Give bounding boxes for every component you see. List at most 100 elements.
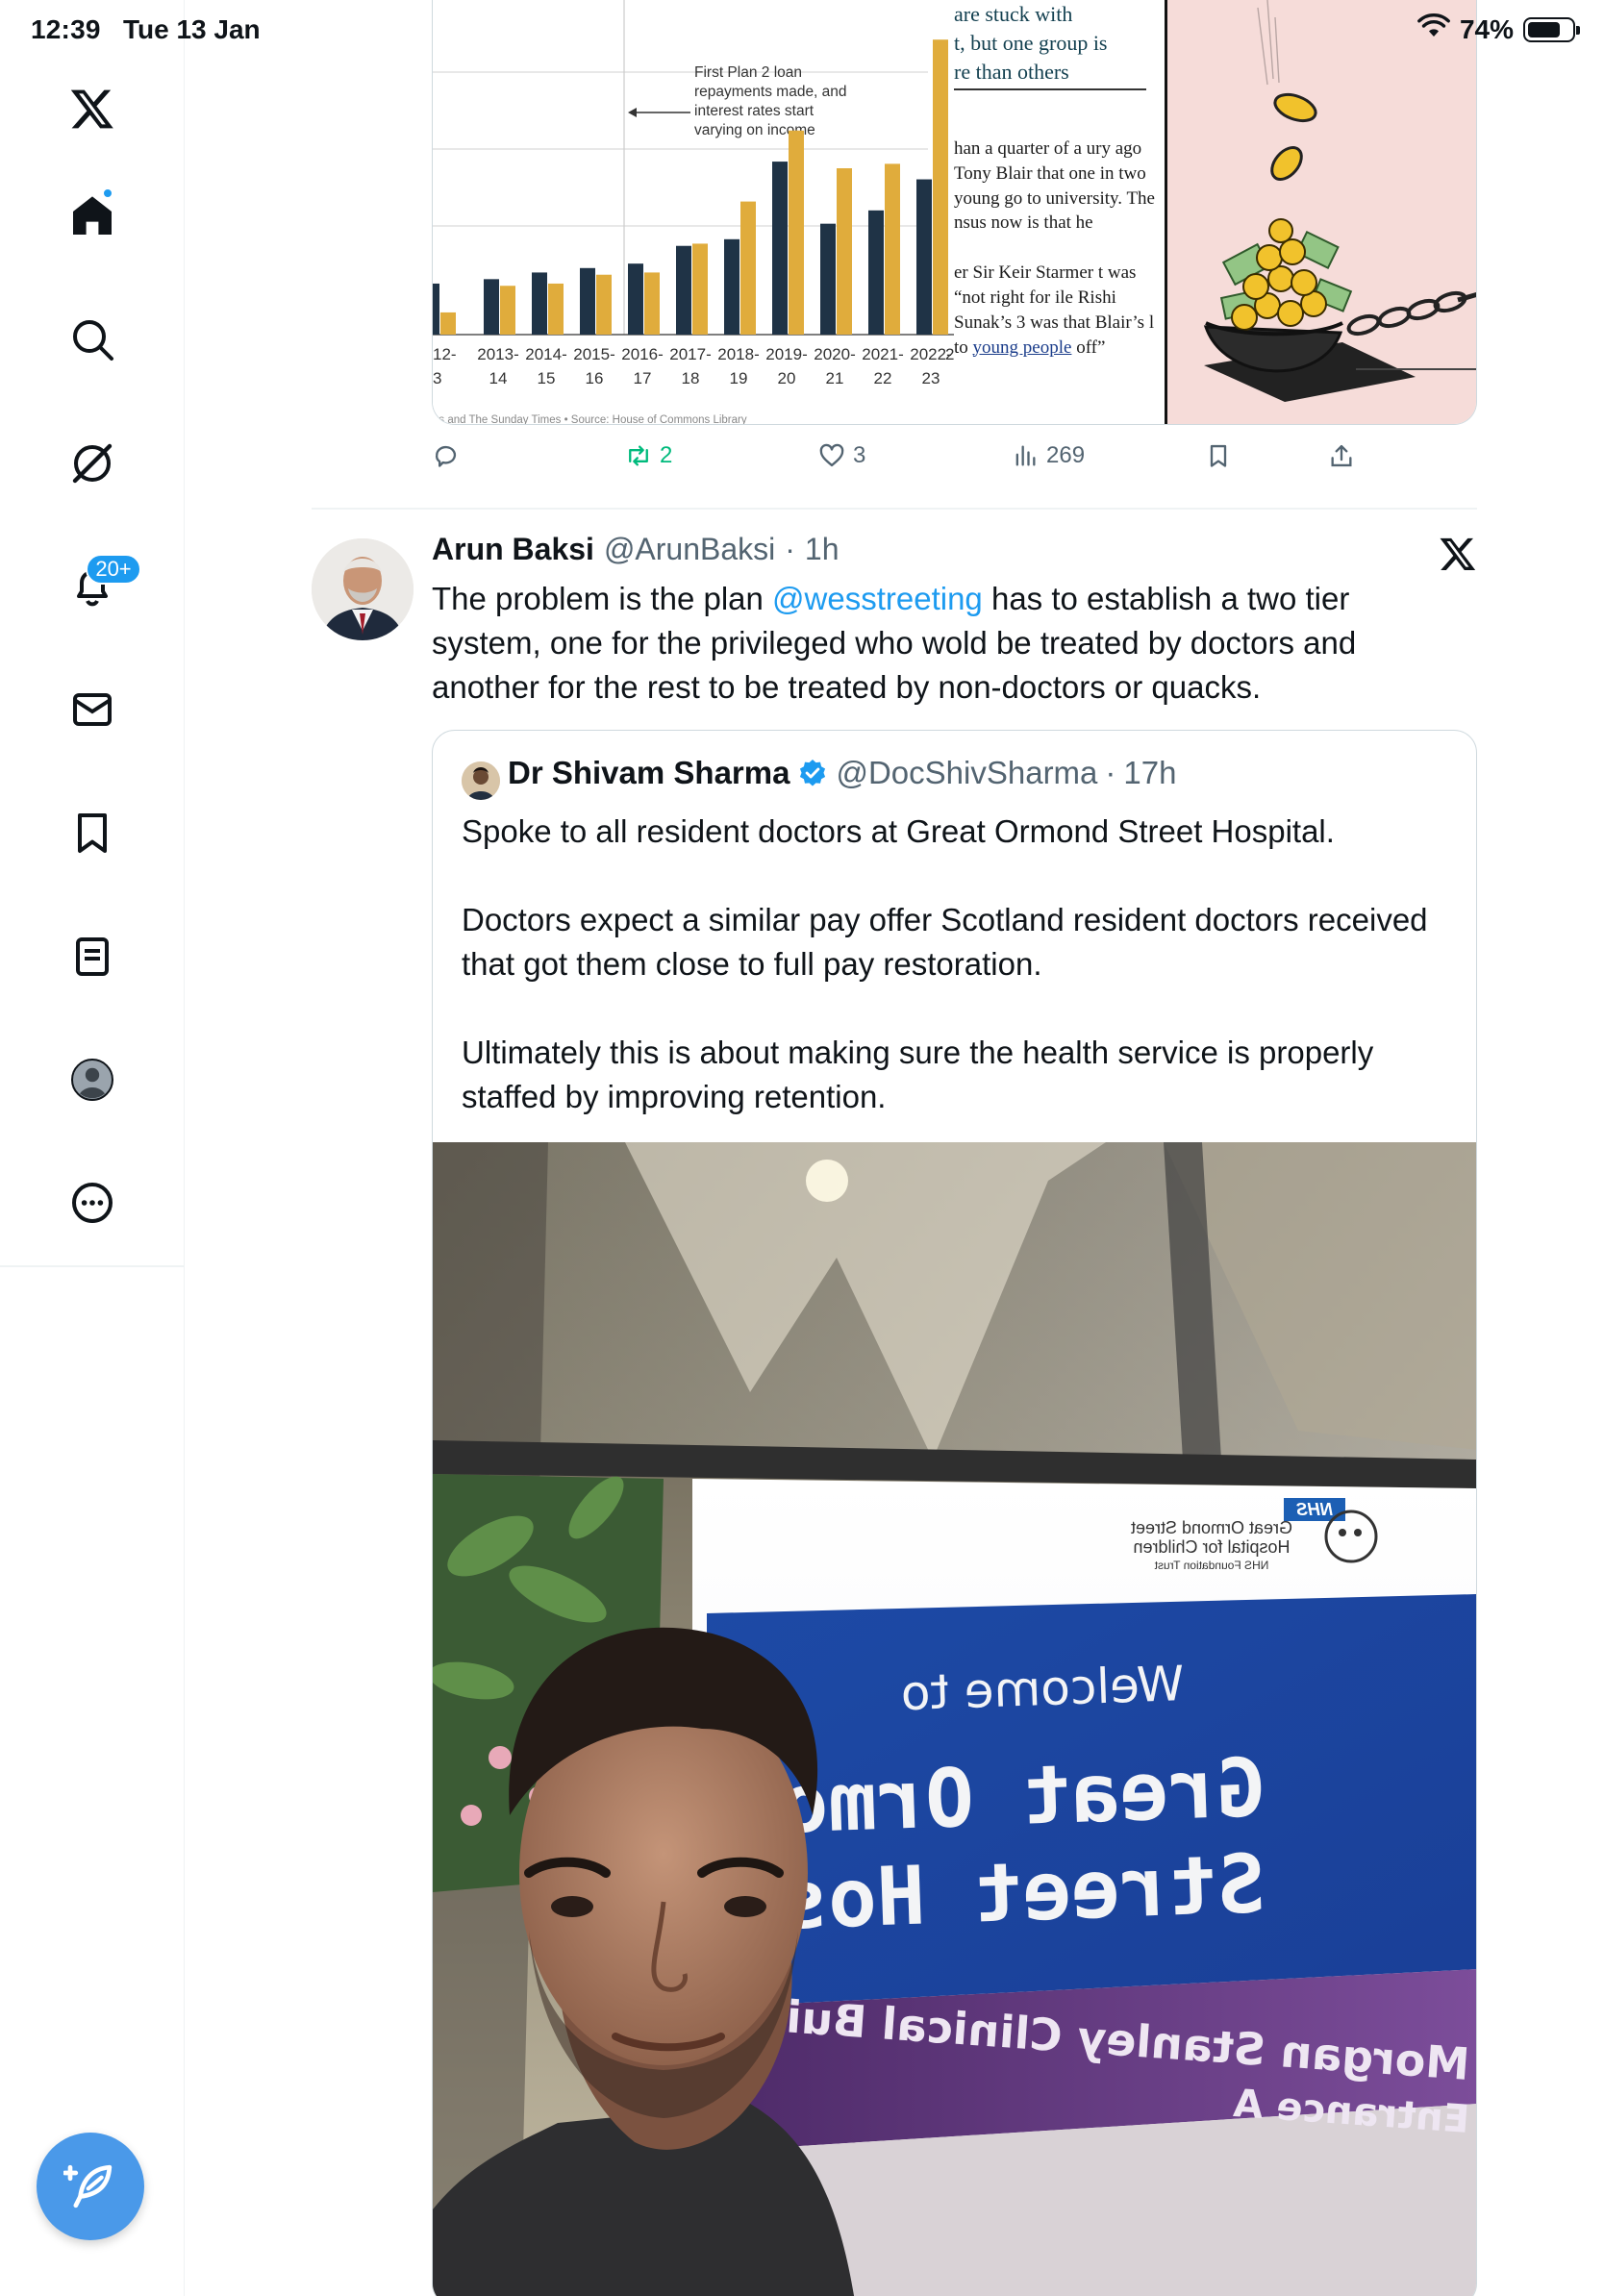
quoted-paragraph: Spoke to all resident doctors at Great O… (462, 813, 1335, 849)
chart-tick-label: 2016- (621, 345, 663, 363)
repost-button[interactable]: 2 (625, 442, 672, 469)
status-bar: 12:39 Tue 13 Jan 74% (0, 0, 1604, 62)
grok-x-button[interactable] (1439, 535, 1477, 573)
chart-tick-label: 22 (874, 369, 892, 387)
chart-annotation: First Plan 2 loan (694, 64, 802, 81)
sidebar-item-bookmarks[interactable] (54, 794, 131, 871)
quoted-tweet[interactable]: Dr Shivam Sharma @DocShivSharma · 17h Sp… (432, 730, 1477, 2296)
chart-bar (772, 162, 788, 335)
tweet-divider (312, 508, 1477, 510)
chart-bar (548, 283, 564, 335)
search-icon (73, 320, 113, 361)
chart-bar (837, 168, 852, 335)
status-date: Tue 13 Jan (123, 14, 261, 44)
chart-tick-label: 17 (634, 369, 652, 387)
more-icon (72, 1183, 113, 1223)
chart-tick-label: 2015- (573, 345, 614, 363)
article-paragraph: han a quarter of a ury ago Tony Blair th… (954, 138, 1155, 234)
chart-annotation: interest rates start (694, 103, 815, 119)
article-link: young people (972, 337, 1072, 358)
article-excerpt: are stuck with t, but one group is re th… (954, 0, 1165, 424)
quoted-text: Spoke to all resident doctors at Great O… (462, 810, 1452, 1119)
chart-bar (916, 179, 932, 335)
quoted-avatar (462, 761, 500, 800)
illustration (1167, 0, 1476, 424)
chart-bar (484, 279, 499, 335)
sidebar-item-explore[interactable] (54, 301, 131, 378)
views-button[interactable]: 269 (1012, 442, 1085, 469)
separator-dot: · (785, 532, 795, 566)
chart-tick-label: 2017- (669, 345, 711, 363)
chart-tick-label: 2018- (717, 345, 759, 363)
article-rule (954, 88, 1146, 90)
article-paragraph: er Sir Keir Starmer t was “not right for… (954, 261, 1161, 360)
chart-bar (820, 223, 836, 335)
quoted-author-handle: @DocShivSharma (836, 755, 1098, 790)
article-body: han a quarter of a ury ago Tony Blair th… (954, 137, 1161, 360)
sidebar-item-lists[interactable] (54, 918, 131, 995)
bookmark-outline-icon (1210, 444, 1227, 467)
chart-bar (692, 243, 708, 335)
like-button[interactable]: 3 (818, 442, 865, 469)
chart-bar (933, 39, 948, 336)
chart-annotation: repayments made, and (694, 84, 847, 100)
chart-tick-label: 2021- (862, 345, 903, 363)
mention-link[interactable]: @wesstreeting (772, 581, 983, 616)
bookmark-button[interactable] (1205, 442, 1232, 469)
sidebar-item-profile[interactable] (54, 1041, 131, 1118)
like-count: 3 (853, 442, 866, 468)
chart-tick-label: 23 (922, 369, 940, 387)
tweet-time[interactable]: 1h (805, 532, 840, 567)
author-handle[interactable]: @ArunBaksi (604, 532, 775, 567)
sidebar-item-more[interactable] (54, 1164, 131, 1241)
chart-tick-label: 15 (538, 369, 556, 387)
sidebar-item-home[interactable] (54, 178, 131, 255)
tweet-text: The problem is the plan @wesstreeting ha… (432, 577, 1393, 710)
compose-feather-icon (63, 2164, 113, 2209)
chart-tick-label: 19 (730, 369, 748, 387)
chart-tick-label: 20 (778, 369, 796, 387)
chart-bar (740, 201, 756, 335)
battery-icon (1523, 16, 1580, 42)
quoted-author-name: Dr Shivam Sharma (508, 755, 790, 790)
chart-bar (676, 245, 691, 335)
new-posts-dot (102, 187, 113, 199)
sign-welcome: Welcome to (900, 1656, 1186, 1721)
chart-tick-label: 3 (433, 369, 441, 387)
article-link-tail: off” (1076, 337, 1106, 358)
x-logo-icon (1440, 537, 1476, 570)
separator-dot: · (1105, 755, 1116, 790)
chart-bar (724, 238, 739, 335)
x-logo-link[interactable] (54, 70, 131, 147)
quoted-paragraph: Doctors expect a similar pay offer Scotl… (462, 902, 1428, 982)
chart-tick-label: 14 (489, 369, 508, 387)
reply-button[interactable] (432, 442, 466, 469)
quoted-photo[interactable]: NHS Great Ormond Street Hospital for Chi… (433, 1142, 1476, 2296)
chart-bar (644, 272, 660, 335)
views-icon (1015, 445, 1036, 466)
org-line1: Great Ormond Street (1131, 1518, 1292, 1537)
sidebar-nav: 20+ (0, 0, 185, 2296)
battery-percent: 74% (1459, 13, 1514, 44)
grok-icon (72, 443, 113, 484)
selfie-photo: NHS Great Ormond Street Hospital for Chi… (433, 1142, 1476, 2296)
author-name[interactable]: Arun Baksi (432, 532, 594, 567)
share-icon (1331, 444, 1352, 467)
sidebar-item-grok[interactable] (54, 425, 131, 502)
x-app-screen: 12:39 Tue 13 Jan 74% 20+ First Plan 2 lo… (0, 0, 1604, 2296)
heart-icon (819, 443, 844, 467)
home-icon (73, 196, 112, 235)
chart-bar (885, 163, 900, 335)
repost-count: 2 (660, 442, 673, 468)
mail-icon (73, 693, 112, 726)
chart-tick-label: 2 (945, 345, 954, 363)
lists-icon (76, 937, 109, 976)
org-line2: Hospital for Children (1133, 1537, 1290, 1557)
avatar[interactable] (312, 538, 414, 640)
sidebar-item-notifications[interactable]: 20+ (54, 548, 141, 625)
sidebar-item-messages[interactable] (54, 671, 131, 748)
share-button[interactable] (1328, 442, 1355, 469)
chart-tick-label: 16 (586, 369, 604, 387)
compose-button[interactable] (37, 2133, 144, 2240)
previous-tweet-media[interactable]: First Plan 2 loan repayments made, and int… (432, 0, 1477, 425)
